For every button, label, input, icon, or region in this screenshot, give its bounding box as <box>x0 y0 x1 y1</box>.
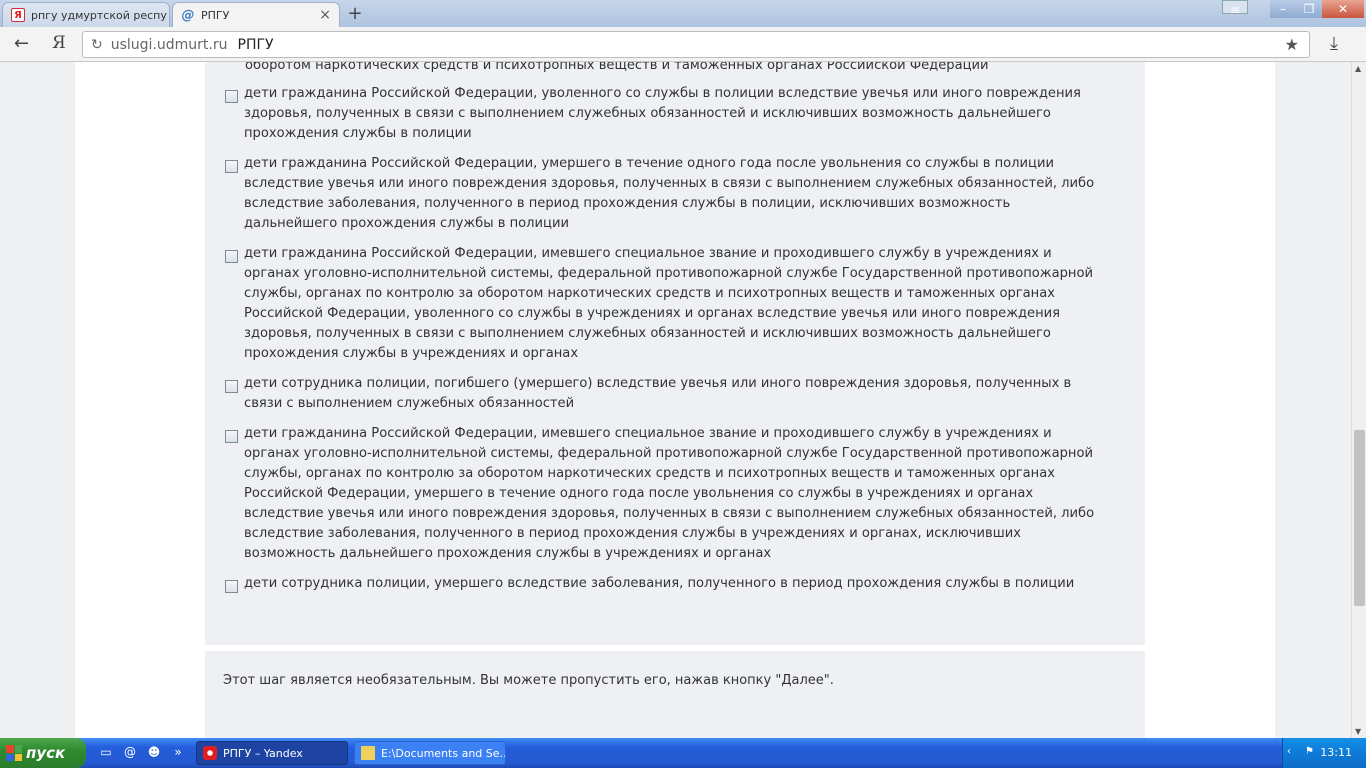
taskbar-button-label: РПГУ – Yandex <box>223 746 303 760</box>
reload-icon[interactable]: ↻ <box>91 37 103 53</box>
benefit-checkbox[interactable] <box>225 380 238 393</box>
benefit-checkbox[interactable] <box>225 90 238 103</box>
optional-step-note: Этот шаг является необязательным. Вы мож… <box>223 673 834 688</box>
start-button[interactable]: пуск <box>0 738 86 768</box>
tray-arrow-icon[interactable]: ‹ <box>1287 746 1301 760</box>
system-tray: ‹ ⚑ 13:11 <box>1282 738 1366 768</box>
benefit-option-label: дети гражданина Российской Федерации, им… <box>244 426 1095 561</box>
benefit-option: дети сотрудника полиции, погибшего (умер… <box>225 374 1125 414</box>
benefit-checkbox[interactable] <box>225 580 238 593</box>
tab-label: РПГУ <box>201 8 230 22</box>
benefit-option: дети гражданина Российской Федерации, им… <box>225 424 1125 564</box>
benefit-option-label: дети гражданина Российской Федерации, им… <box>244 246 1094 361</box>
quicklaunch-more-icon[interactable]: » <box>170 745 186 761</box>
benefit-checkbox[interactable] <box>225 160 238 173</box>
page-viewport: оборотом наркотических средств и психотр… <box>0 62 1351 738</box>
benefit-option: дети сотрудника полиции, умершего вследс… <box>225 574 1125 594</box>
taskbar-button-label: E:\Documents and Se... <box>381 746 506 760</box>
benefit-option: дети гражданина Российской Федерации, ув… <box>225 84 1125 144</box>
page-sheet: оборотом наркотических средств и психотр… <box>75 62 1275 738</box>
start-label: пуск <box>26 744 66 762</box>
close-tab-icon[interactable]: × <box>319 7 331 23</box>
maximize-button[interactable]: ❐ <box>1296 0 1322 18</box>
back-arrow-icon[interactable]: ← <box>14 33 29 54</box>
scroll-up-icon[interactable]: ▲ <box>1355 64 1361 73</box>
benefit-checkbox[interactable] <box>225 430 238 443</box>
benefit-option-label: дети сотрудника полиции, умершего вследс… <box>244 576 1075 591</box>
benefit-option-label: дети сотрудника полиции, погибшего (умер… <box>244 376 1072 411</box>
email-icon[interactable]: @ <box>122 745 138 761</box>
scroll-down-icon[interactable]: ▼ <box>1355 727 1361 736</box>
new-tab-button[interactable]: + <box>344 4 366 24</box>
benefit-option-label: дети гражданина Российской Федерации, ум… <box>244 156 1095 231</box>
yandex-browser-icon <box>203 746 217 760</box>
navigation-bar: ← Я ↻ uslugi.udmurt.ru РПГУ ★ ⤓ <box>0 27 1366 62</box>
yandex-home-icon[interactable]: Я <box>52 33 66 53</box>
benefit-option: дети гражданина Российской Федерации, ум… <box>225 154 1125 234</box>
page-scrollbar[interactable]: ▲ ▼ <box>1351 62 1366 738</box>
clock: 13:11 <box>1320 746 1352 759</box>
taskbar-button-explorer[interactable]: E:\Documents and Se... <box>354 741 506 765</box>
folder-icon <box>361 746 375 760</box>
downloads-icon[interactable]: ⤓ <box>1330 33 1338 54</box>
windows-logo-icon <box>6 745 22 761</box>
language-flag-icon[interactable]: ⚑ <box>1305 746 1319 760</box>
tab-yandex-search[interactable]: Я рпгу удмуртской респу <box>2 2 170 27</box>
url-page-title: РПГУ <box>237 36 274 53</box>
close-window-button[interactable]: ✕ <box>1322 0 1364 18</box>
tab-rpgu[interactable]: @ РПГУ × <box>172 2 340 27</box>
benefit-options-panel: оборотом наркотических средств и психотр… <box>205 62 1145 645</box>
optional-step-note-panel: Этот шаг является необязательным. Вы мож… <box>205 651 1145 738</box>
scroll-thumb[interactable] <box>1354 430 1365 606</box>
minimize-button[interactable]: – <box>1270 0 1296 18</box>
yandex-search-icon: Я <box>11 8 25 22</box>
bookmark-star-icon[interactable]: ★ <box>1285 35 1299 54</box>
taskbar-button-browser[interactable]: РПГУ – Yandex <box>196 741 348 765</box>
rpgu-icon: @ <box>181 7 195 23</box>
show-desktop-icon[interactable]: ▭ <box>98 745 114 761</box>
option-text-fragment: оборотом наркотических средств и психотр… <box>245 62 989 73</box>
url-host: uslugi.udmurt.ru <box>110 36 228 53</box>
address-bar[interactable]: ↻ uslugi.udmurt.ru РПГУ ★ <box>82 31 1310 58</box>
browser-menu-icon[interactable]: ≡ <box>1222 0 1248 17</box>
messenger-icon[interactable]: ☻ <box>146 745 162 761</box>
browser-tab-strip: Я рпгу удмуртской респу @ РПГУ × + ≡ – ❐… <box>0 0 1366 27</box>
benefit-option-label: дети гражданина Российской Федерации, ув… <box>244 86 1081 141</box>
windows-taskbar: пуск ▭ @ ☻ » РПГУ – Yandex E:\Documents … <box>0 738 1366 768</box>
benefit-checkbox[interactable] <box>225 250 238 263</box>
tab-label: рпгу удмуртской респу <box>31 8 167 22</box>
benefit-option: дети гражданина Российской Федерации, им… <box>225 244 1125 364</box>
